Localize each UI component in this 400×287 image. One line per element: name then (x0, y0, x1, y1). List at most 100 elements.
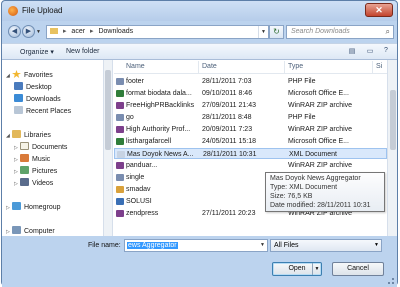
nav-videos[interactable]: ▷ Videos (14, 178, 53, 188)
computer-icon (12, 226, 21, 234)
address-dropdown-icon[interactable]: ▼ (258, 26, 268, 38)
file-type-icon (116, 210, 124, 217)
file-type-icon (116, 114, 124, 121)
file-list-scrollbar[interactable] (387, 60, 397, 236)
recent-locations-dropdown-icon[interactable]: ▼ (36, 29, 41, 35)
nav-documents[interactable]: ▷ Documents (14, 142, 67, 152)
nav-downloads[interactable]: Downloads (14, 94, 61, 104)
content-area: ◢ Favorites Desktop Downloads Recent Plac… (2, 60, 397, 236)
expand-arrow-icon[interactable]: ◢ (6, 71, 12, 81)
nav-homegroup[interactable]: ▷ Homegroup (6, 202, 61, 212)
file-name-input[interactable]: ews Aggregator ▼ (124, 239, 268, 252)
column-header-size[interactable]: Si (376, 63, 382, 70)
desktop-icon (14, 82, 23, 90)
new-folder-button[interactable]: New folder (66, 48, 99, 55)
file-name-dropdown-icon[interactable]: ▼ (258, 240, 267, 251)
breadcrumb-downloads[interactable]: Downloads (98, 28, 133, 35)
column-divider[interactable] (372, 61, 373, 73)
nav-recent-places[interactable]: Recent Places (14, 106, 71, 116)
file-date: 20/09/2011 7:23 (202, 126, 253, 133)
file-type-icon (116, 162, 124, 169)
libraries-icon (12, 130, 21, 138)
file-date: 27/09/2011 21:43 (202, 102, 256, 109)
open-button[interactable]: Open ▼ (272, 262, 322, 276)
search-input[interactable]: Search Downloads ⌕ (286, 25, 394, 39)
view-options-icon[interactable]: ▤ (346, 47, 358, 57)
file-row[interactable]: format biodata dala... 09/10/2011 8:46 Mic… (114, 88, 387, 99)
breadcrumb-acer[interactable]: acer (71, 28, 85, 35)
navigation-bar: ◀ ▶ ▼ ▸ acer ▸ Downloads ▼ ↻ Search Down… (2, 21, 397, 43)
file-type-icon (116, 138, 124, 145)
cancel-button[interactable]: Cancel (332, 262, 384, 276)
open-button-label: Open (288, 265, 306, 272)
file-row[interactable]: FreeHighPRBacklinks 27/09/2011 21:43 WinRA… (114, 100, 387, 111)
file-row[interactable]: footer 28/11/2011 7:03 PHP File (114, 76, 387, 87)
open-options-dropdown-icon[interactable]: ▼ (312, 263, 321, 275)
file-upload-dialog: File Upload ✕ ◀ ▶ ▼ ▸ acer ▸ Downloads ▼… (1, 0, 398, 287)
file-name-value: ews Aggregator (127, 242, 178, 249)
file-name: Mas Doyok News A... (127, 151, 194, 158)
help-icon[interactable]: ? (380, 47, 392, 57)
file-date: 28/11/2011 10:31 (203, 151, 257, 158)
organize-button[interactable]: Organize ▾ (20, 48, 54, 56)
address-bar[interactable]: ▸ acer ▸ Downloads ▼ (46, 25, 269, 39)
file-row[interactable]: panduar... WinRAR ZIP archive (114, 160, 387, 171)
file-type: WinRAR ZIP archive (288, 162, 353, 169)
file-row[interactable]: Mas Doyok News A... 28/11/2011 10:31 XML D… (114, 148, 387, 159)
resize-grip[interactable] (388, 278, 394, 284)
firefox-icon (8, 6, 18, 16)
file-name-label: File name: (88, 242, 121, 249)
nav-music[interactable]: ▷ Music (14, 154, 50, 164)
pictures-icon (20, 166, 29, 174)
scrollbar-thumb[interactable] (105, 70, 111, 150)
scrollbar-thumb[interactable] (390, 90, 396, 150)
nav-pictures[interactable]: ▷ Pictures (14, 166, 57, 176)
file-date: 28/11/2011 7:03 (202, 78, 252, 85)
file-type-filter[interactable]: All Files ▼ (270, 239, 382, 252)
file-date: 27/11/2011 20:23 (202, 210, 256, 217)
documents-icon (20, 142, 29, 150)
tooltip-type: Type: XML Document (270, 184, 338, 191)
refresh-button[interactable]: ↻ (269, 25, 284, 39)
dialog-footer: File name: ews Aggregator ▼ All Files ▼ … (2, 236, 397, 287)
nav-desktop[interactable]: Desktop (14, 82, 52, 92)
file-type: WinRAR ZIP archive (288, 102, 353, 109)
chevron-down-icon: ▼ (374, 242, 379, 248)
file-type: WinRAR ZIP archive (288, 126, 353, 133)
file-type-icon (116, 78, 124, 85)
back-button[interactable]: ◀ (8, 25, 21, 38)
search-icon: ⌕ (385, 27, 390, 36)
file-name: panduar... (126, 162, 158, 169)
file-name: footer (126, 78, 144, 85)
column-divider[interactable] (198, 61, 199, 73)
preview-pane-icon[interactable]: ▭ (364, 47, 376, 57)
file-row[interactable]: listhargafarcell 24/05/2011 15:18 Microsof… (114, 136, 387, 147)
file-type: Microsoft Office E... (288, 138, 349, 145)
nav-favorites[interactable]: ◢ Favorites (6, 70, 53, 80)
file-type-icon (116, 126, 124, 133)
nav-computer[interactable]: ▷ Computer (6, 226, 55, 236)
forward-button[interactable]: ▶ (22, 25, 35, 38)
file-type: PHP File (288, 114, 316, 121)
column-header-name[interactable]: Name (126, 63, 145, 70)
file-name: single (126, 174, 145, 181)
file-date: 24/05/2011 15:18 (202, 138, 256, 145)
file-name: listhargafarcell (126, 138, 172, 145)
file-type-icon (116, 186, 124, 193)
title-bar: File Upload ✕ (2, 1, 397, 21)
nav-pane-scrollbar[interactable] (103, 60, 112, 236)
file-name: SOLUSI (126, 198, 152, 205)
nav-libraries[interactable]: ◢ Libraries (6, 130, 51, 140)
column-headers: Name Date Type Si (114, 60, 387, 74)
tooltip-date: Date modified: 28/11/2011 10:31 (270, 202, 371, 209)
tooltip-name: Mas Doyok News Aggregator (270, 175, 361, 182)
file-row[interactable]: High Authority Prof... 20/09/2011 7:23 Win… (114, 124, 387, 135)
file-row[interactable]: go 28/11/2011 8:48 PHP File (114, 112, 387, 123)
column-divider[interactable] (284, 61, 285, 73)
command-toolbar: Organize ▾ New folder ▤ ▭ ? (2, 43, 397, 60)
column-header-type[interactable]: Type (288, 63, 303, 70)
close-button[interactable]: ✕ (365, 3, 393, 17)
column-header-date[interactable]: Date (202, 63, 217, 70)
recent-places-icon (14, 106, 23, 114)
file-name: smadav (126, 186, 151, 193)
